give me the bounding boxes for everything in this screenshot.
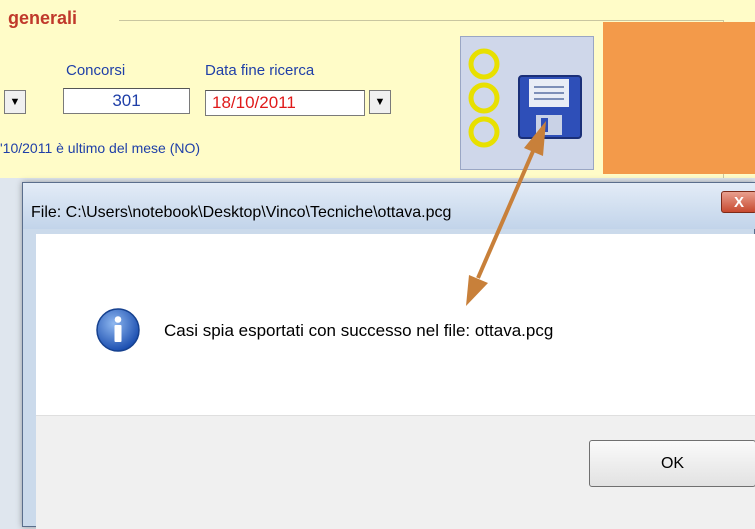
close-icon: X [733,193,744,211]
concorsi-label: Concorsi [66,62,126,79]
save-export-button[interactable] [460,36,594,170]
chevron-down-icon: ▼ [374,96,386,108]
floppy-save-icon [468,48,582,148]
message-dialog: File: C:\Users\notebook\Desktop\Vinco\Te… [22,182,755,529]
dialog-titlebar[interactable]: File: C:\Users\notebook\Desktop\Vinco\Te… [23,183,755,229]
group-title: generali [8,8,78,28]
info-icon [96,308,140,352]
month-end-info: '10/2011 è ultimo del mese (NO) [0,140,201,156]
dialog-title: File: C:\Users\notebook\Desktop\Vinco\Te… [31,204,452,221]
close-button[interactable]: X [721,191,755,213]
ok-button[interactable]: OK [589,440,755,487]
date-dropdown-button[interactable]: ▼ [369,90,391,114]
dialog-message: Casi spia esportati con successo nel fil… [164,321,554,340]
data-fine-ricerca-label: Data fine ricerca [205,62,315,79]
data-fine-ricerca-input[interactable]: 18/10/2011 [205,90,365,116]
chevron-down-icon: ▼ [9,96,21,108]
left-dropdown-button[interactable]: ▼ [4,90,26,114]
orange-panel [603,22,755,174]
group-border-top [119,20,724,21]
concorsi-input[interactable]: 301 [63,88,190,114]
